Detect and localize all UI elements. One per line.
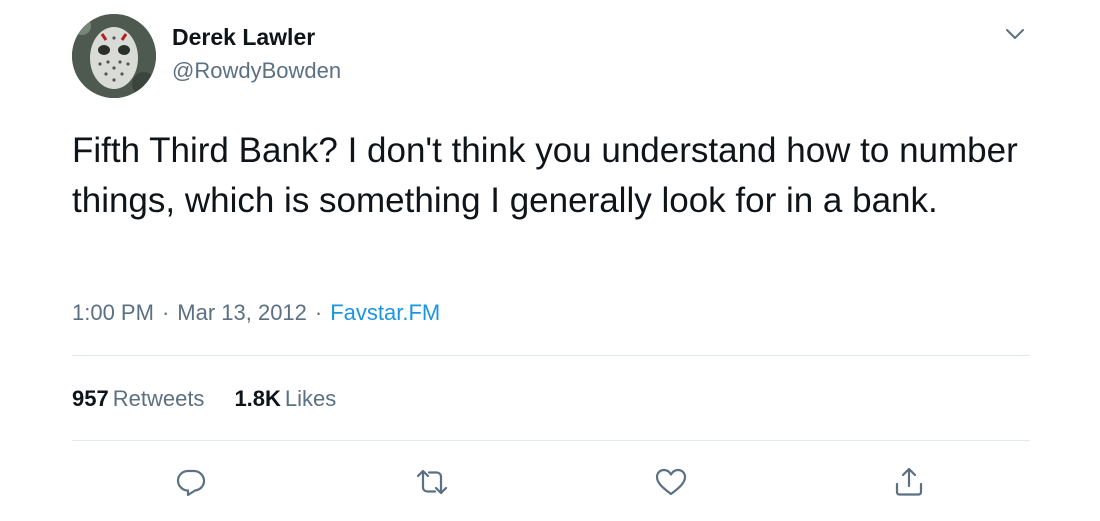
separator: · xyxy=(314,300,323,325)
reply-icon xyxy=(176,469,206,497)
more-options-button[interactable] xyxy=(1000,22,1030,46)
user-handle[interactable]: @RowdyBowden xyxy=(172,58,341,84)
tweet-meta: 1:00 PM · Mar 13, 2012 · Favstar.FM xyxy=(72,300,440,326)
tweet-time[interactable]: 1:00 PM xyxy=(72,300,154,325)
display-name[interactable]: Derek Lawler xyxy=(172,24,315,51)
likes-stat[interactable]: 1.8K Likes xyxy=(234,386,336,412)
tweet-source-link[interactable]: Favstar.FM xyxy=(330,300,440,325)
heart-icon xyxy=(655,468,687,496)
retweet-button[interactable] xyxy=(412,462,452,502)
tweet-text: Fifth Third Bank? I don't think you unde… xyxy=(72,131,1018,220)
share-button[interactable] xyxy=(889,462,929,502)
tweet-card: Derek Lawler @RowdyBowden Fifth Third Ba… xyxy=(0,0,1100,521)
reply-button[interactable] xyxy=(171,462,211,502)
share-icon xyxy=(895,467,923,496)
like-button[interactable] xyxy=(651,462,691,502)
retweets-label: Retweets xyxy=(112,386,205,411)
retweets-count: 957 xyxy=(72,386,109,411)
hockey-mask-icon xyxy=(72,14,156,98)
avatar[interactable] xyxy=(72,14,156,98)
likes-count: 1.8K xyxy=(234,386,281,411)
chevron-down-icon xyxy=(1006,29,1024,39)
divider xyxy=(72,355,1030,356)
engagement-stats: 957 Retweets 1.8K Likes xyxy=(72,386,366,412)
retweet-icon xyxy=(416,469,448,495)
likes-label: Likes xyxy=(284,386,337,411)
retweets-stat[interactable]: 957 Retweets xyxy=(72,386,204,412)
separator: · xyxy=(161,300,170,325)
tweet-date[interactable]: Mar 13, 2012 xyxy=(177,300,307,325)
divider xyxy=(72,440,1030,441)
